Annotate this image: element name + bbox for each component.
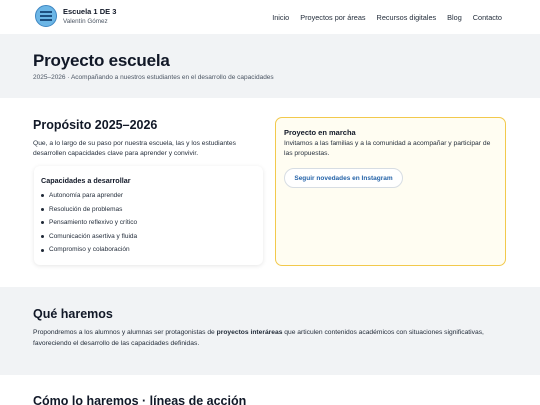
bullet-icon — [41, 221, 44, 225]
purpose-text: Que, a lo largo de su paso por nuestra e… — [33, 140, 236, 157]
nav-link-contacto[interactable]: Contacto — [473, 13, 502, 22]
nav-link-proyectos[interactable]: Proyectos por áreas — [300, 13, 365, 22]
project-text: Invitamos a las familias y a la comunida… — [284, 140, 491, 157]
bullet-icon — [41, 207, 44, 211]
nav-link-inicio[interactable]: Inicio — [272, 13, 289, 22]
nav-link-blog[interactable]: Blog — [447, 13, 462, 22]
how-heading: Cómo lo haremos · líneas de acción — [33, 394, 247, 405]
list-item: Resolución de problemas — [41, 203, 137, 217]
bullet-icon — [41, 248, 44, 252]
what-heading: Qué haremos — [33, 307, 113, 321]
capability-label: Comunicación asertiva y fluida — [49, 232, 138, 240]
bullet-icon — [41, 235, 44, 239]
capability-label: Compromiso y colaboración — [49, 246, 130, 254]
capability-label: Pensamiento reflexivo y crítico — [49, 219, 138, 227]
site-title[interactable]: Escuela 1 DE 3 — [63, 7, 116, 16]
main-nav: Inicio Proyectos por áreas Recursos digi… — [272, 13, 502, 22]
purpose-heading: Propósito 2025–2026 — [33, 118, 158, 132]
list-item: Comunicación asertiva y fluida — [41, 230, 137, 244]
bullet-icon — [41, 194, 44, 198]
site-header: Escuela 1 DE 3 Valentín Gómez Inicio Pro… — [0, 0, 540, 34]
capability-label: Resolución de problemas — [49, 205, 123, 213]
instagram-follow-button[interactable]: Seguir novedades en Instagram — [284, 168, 403, 188]
site-subtitle: Valentín Gómez — [63, 18, 108, 25]
page-tagline: 2025–2026 · Acompañando a nuestros estud… — [33, 74, 274, 81]
school-logo[interactable] — [35, 5, 57, 27]
what-section: Qué haremos Propondremos a los alumnos y… — [0, 287, 540, 375]
capability-label: Autonomía para aprender — [49, 192, 124, 199]
what-text-highlight: proyectos interáreas — [216, 329, 283, 336]
what-text: Propondremos a los alumnos y alumnas ser… — [33, 327, 513, 349]
nav-link-recursos[interactable]: Recursos digitales — [377, 13, 437, 22]
capabilities-card: Capacidades a desarrollar Autonomía para… — [34, 166, 263, 265]
what-text-start: Propondremos a los alumnos y alumnas ser… — [33, 329, 217, 336]
list-item: Compromiso y colaboración — [41, 243, 137, 257]
page-title: Proyecto escuela — [33, 51, 170, 70]
list-item: Pensamiento reflexivo y crítico — [41, 216, 137, 230]
hero-section: Proyecto escuela 2025–2026 · Acompañando… — [0, 34, 540, 98]
list-item: Autonomía para aprender — [41, 189, 137, 203]
capabilities-heading: Capacidades a desarrollar — [41, 176, 131, 185]
project-heading: Proyecto en marcha — [284, 128, 356, 137]
capabilities-list: Autonomía para aprender Resolución de pr… — [41, 189, 137, 257]
project-card: Proyecto en marcha Invitamos a las famil… — [275, 117, 506, 266]
